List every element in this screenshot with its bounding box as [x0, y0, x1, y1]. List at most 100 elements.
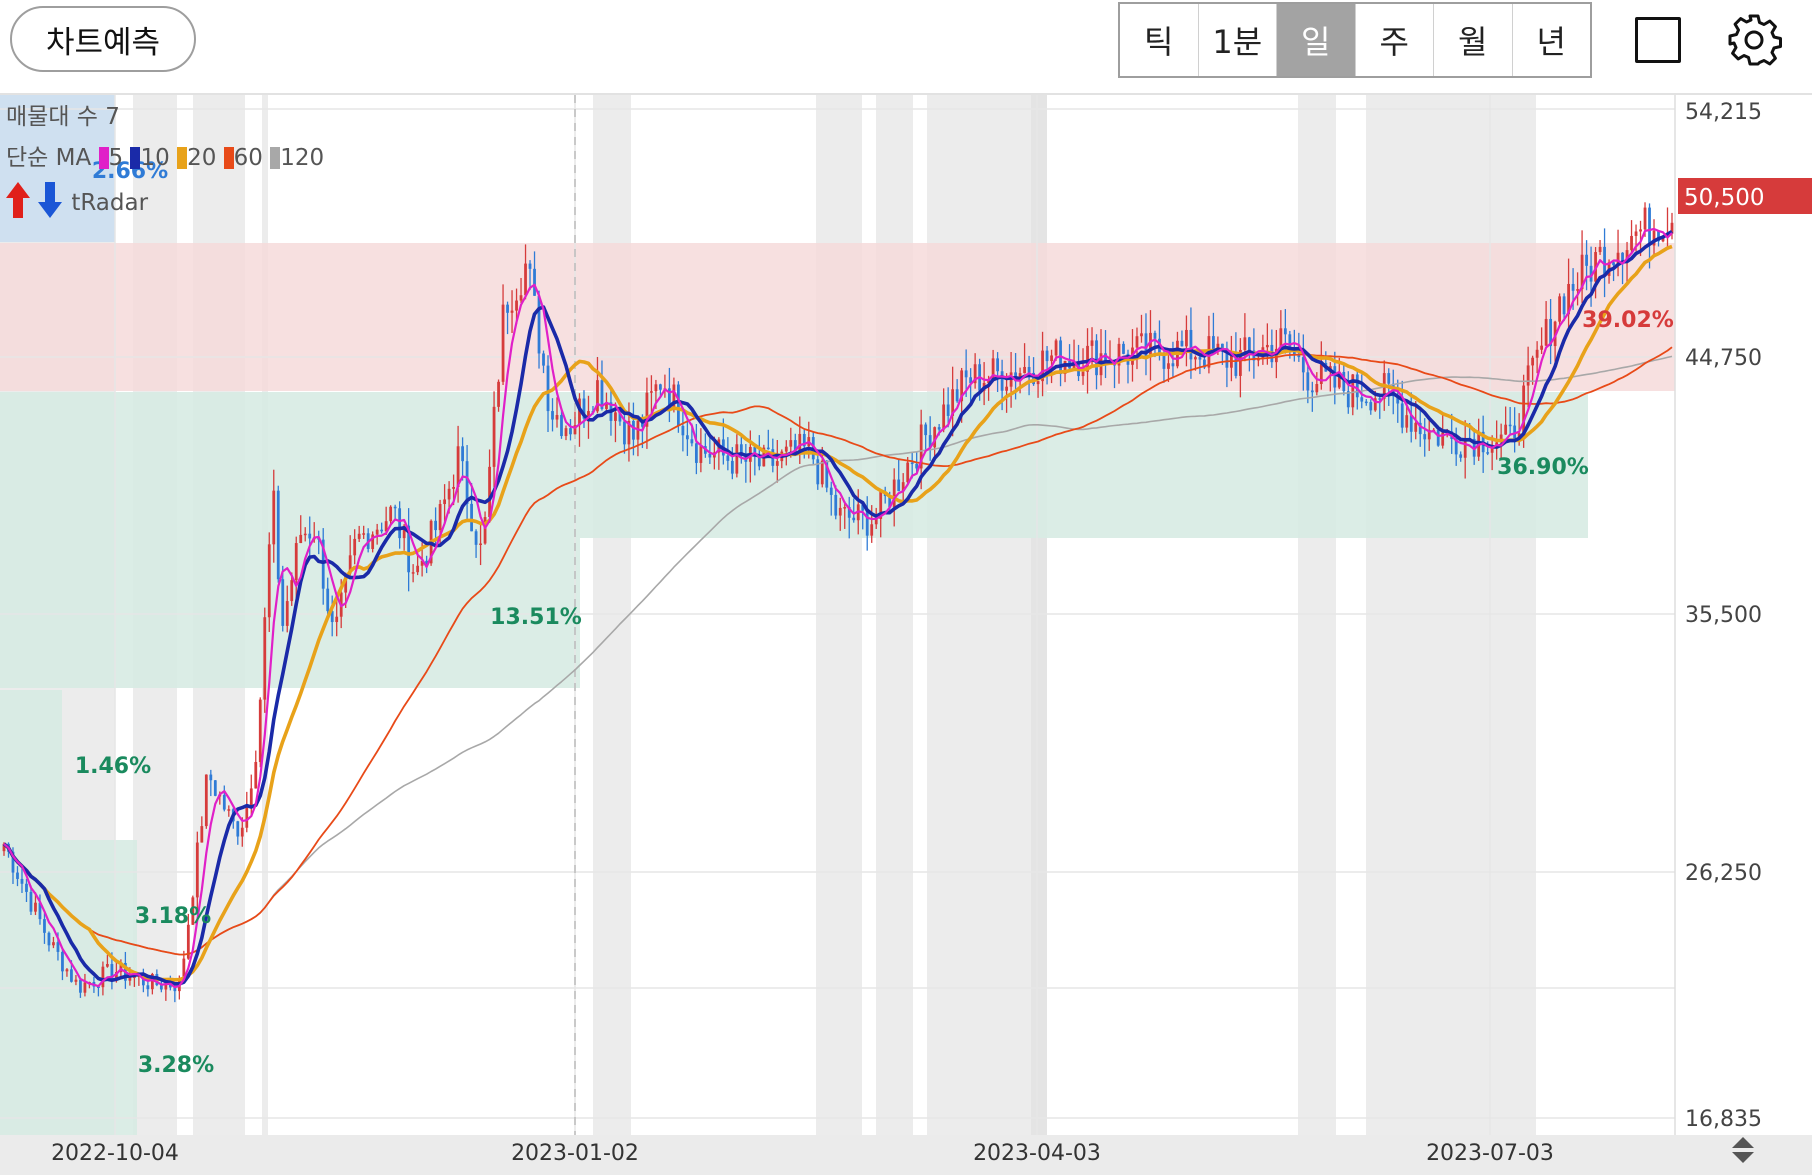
- candle-body: [650, 391, 653, 393]
- candle-body: [16, 872, 19, 879]
- candle-body: [254, 761, 258, 789]
- candle-body: [551, 411, 554, 420]
- volume-profile-zone-upper: [0, 392, 1588, 538]
- candle-body: [1643, 207, 1647, 230]
- candle-body: [506, 304, 509, 313]
- candle-body: [1221, 343, 1224, 349]
- candle: [245, 791, 249, 833]
- ma10-label: 10: [140, 145, 170, 171]
- tradar-arrows-icon: [6, 182, 62, 218]
- candle-body: [1531, 357, 1535, 366]
- candle-body: [70, 969, 73, 982]
- period-tab-year[interactable]: 년: [1513, 4, 1591, 76]
- candle-body: [209, 774, 213, 781]
- percent-label: 39.02%: [1582, 308, 1674, 333]
- period-tab-week[interactable]: 주: [1356, 4, 1434, 76]
- ma5-swatch: [98, 147, 109, 169]
- candle: [267, 532, 271, 632]
- price-chart[interactable]: 2.66%1.46%3.18%3.28%13.51%36.90%39.02%54…: [0, 0, 1812, 1175]
- candle-body: [708, 453, 712, 458]
- candle-body: [528, 263, 532, 269]
- candle: [263, 607, 267, 713]
- candle-body: [272, 490, 276, 545]
- candle-body: [1027, 366, 1031, 373]
- candle-body: [492, 406, 496, 467]
- candle-body: [389, 506, 393, 522]
- candle-body: [79, 979, 82, 993]
- candle-body: [1212, 336, 1215, 350]
- candle: [276, 485, 280, 583]
- period-tab-day[interactable]: 일: [1277, 4, 1356, 76]
- candle-body: [393, 506, 397, 509]
- candle-body: [380, 529, 384, 532]
- period-tab-month[interactable]: 월: [1434, 4, 1513, 76]
- candle-body: [542, 353, 545, 366]
- candle-body: [1194, 357, 1197, 360]
- candle-body: [1045, 350, 1049, 362]
- fullscreen-square-icon[interactable]: [1635, 17, 1681, 63]
- candle-body: [335, 616, 339, 623]
- candle-body: [676, 384, 680, 426]
- ma-legend: 단순 MA 5 10 20 60 120: [6, 138, 324, 172]
- candle-body: [1486, 452, 1490, 454]
- candle-body: [1310, 390, 1314, 393]
- candle-body: [906, 462, 910, 483]
- candle-body: [996, 358, 1000, 372]
- candle-body: [1405, 415, 1409, 428]
- candle-body: [1400, 403, 1404, 428]
- chart-predict-button[interactable]: 차트예측: [10, 6, 196, 72]
- period-selector: 틱 1분 일 주 월 년: [1118, 2, 1592, 78]
- ma20-label: 20: [187, 145, 217, 171]
- candle-body: [249, 788, 253, 807]
- percent-label: 1.46%: [75, 754, 151, 779]
- candle-body: [1526, 365, 1530, 386]
- candle-body: [1333, 366, 1337, 388]
- last-price-label: 50,500: [1684, 185, 1764, 211]
- candle-body: [497, 381, 500, 407]
- candle-body: [1000, 371, 1004, 391]
- candle-body: [1171, 363, 1175, 367]
- candle-body: [465, 461, 469, 504]
- candle-body: [690, 439, 694, 444]
- candle-body: [263, 617, 267, 700]
- candle-body: [501, 304, 505, 382]
- candle-body: [434, 520, 438, 531]
- candle-body: [1508, 424, 1512, 427]
- candle-body: [1301, 357, 1305, 373]
- candle-body: [353, 538, 357, 556]
- candle-body: [479, 543, 482, 546]
- candle-body: [924, 424, 928, 436]
- percent-label: 13.51%: [490, 605, 582, 630]
- candle-body: [227, 809, 231, 811]
- gear-icon[interactable]: [1726, 12, 1782, 68]
- candle-body: [213, 780, 217, 796]
- candle-body: [1540, 345, 1544, 350]
- candle-body: [1598, 246, 1602, 253]
- candle-body: [1122, 343, 1125, 354]
- candle-body: [159, 985, 163, 990]
- candle-body: [416, 565, 420, 573]
- candle-body: [204, 774, 208, 827]
- candle: [204, 774, 208, 829]
- top-toolbar: 차트예측 틱 1분 일 주 월 년: [0, 0, 1812, 95]
- ma120-swatch: [270, 147, 281, 169]
- candle-body: [299, 534, 303, 544]
- candle-body: [65, 969, 69, 972]
- y-tick-label: 44,750: [1685, 346, 1762, 371]
- x-tick-label: 2023-07-03: [1426, 1141, 1554, 1166]
- period-tab-1min[interactable]: 1분: [1199, 4, 1277, 76]
- candle-body: [1036, 381, 1040, 385]
- candle-body: [614, 412, 617, 421]
- candle-body: [892, 479, 896, 508]
- candle-body: [195, 842, 199, 898]
- y-tick-label: 54,215: [1685, 100, 1762, 125]
- candle-body: [1090, 340, 1094, 346]
- ma-legend-title: 단순 MA: [6, 145, 92, 171]
- candle-body: [546, 365, 550, 412]
- percent-label: 3.28%: [138, 1053, 214, 1078]
- candle-body: [1562, 296, 1566, 315]
- candle-body: [357, 533, 361, 539]
- candle-body: [694, 443, 698, 463]
- period-tab-tick[interactable]: 틱: [1120, 4, 1199, 76]
- candle-body: [1639, 229, 1642, 232]
